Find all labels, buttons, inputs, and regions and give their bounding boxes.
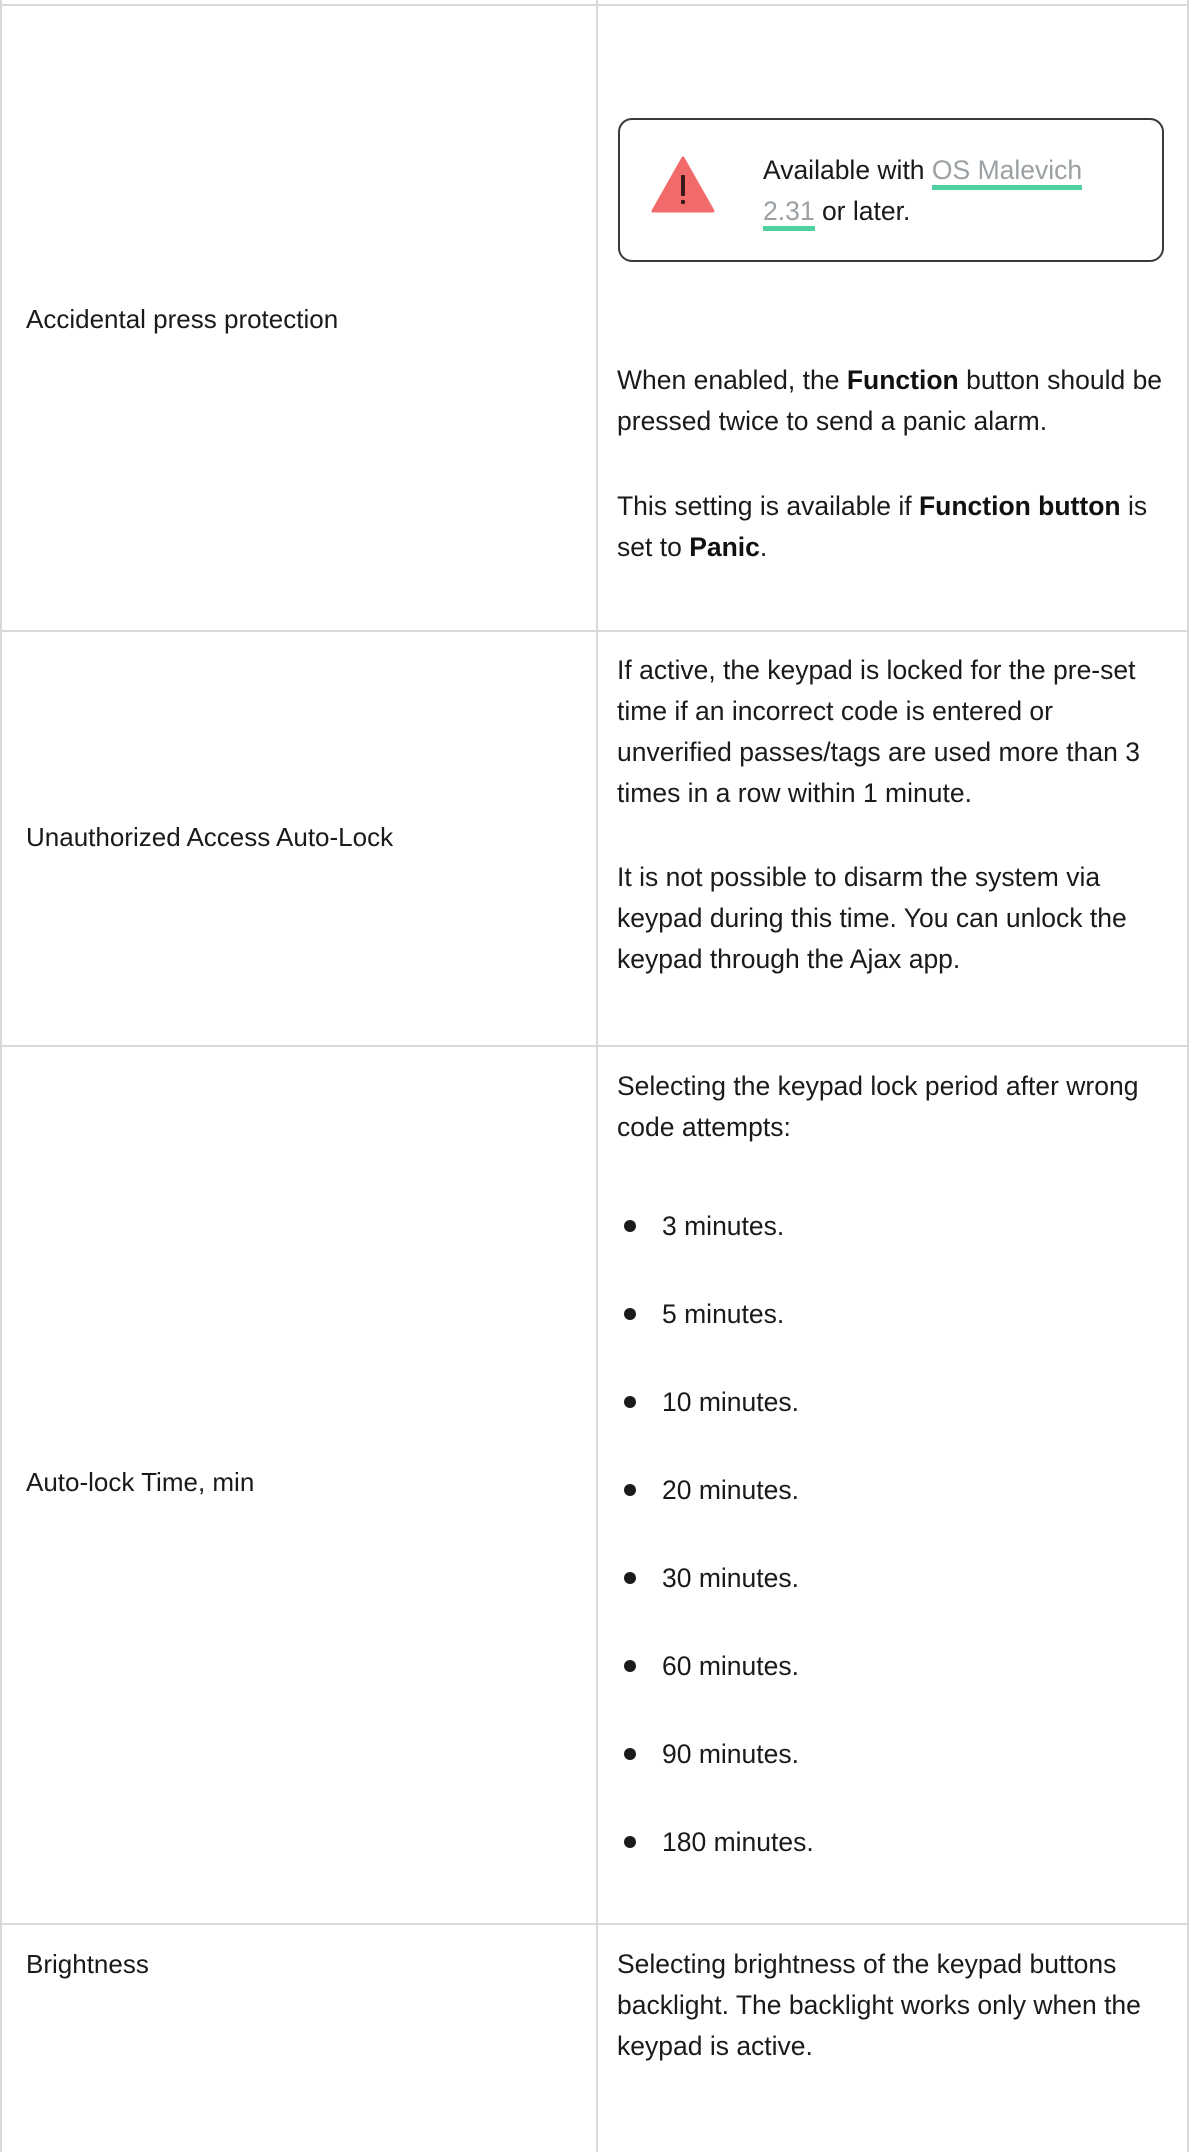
lock-period-options: 3 minutes. 5 minutes. 10 minutes. 20 min… <box>617 1206 1165 1910</box>
settings-table: Accidental press protection Available wi… <box>0 0 1192 2152</box>
list-item: 30 minutes. <box>617 1558 1165 1646</box>
bullet-icon <box>624 1660 636 1672</box>
description-paragraph: Selecting brightness of the keypad butto… <box>617 1949 1141 2061</box>
bullet-icon <box>624 1220 636 1232</box>
setting-description: When enabled, the Function button should… <box>617 360 1165 442</box>
list-item: 90 minutes. <box>617 1734 1165 1822</box>
bullet-icon <box>624 1748 636 1760</box>
row-divider <box>0 1923 1189 1925</box>
table-border-top <box>0 4 1189 6</box>
bullet-icon <box>624 1836 636 1848</box>
setting-description: It is not possible to disarm the system … <box>617 857 1165 980</box>
warning-triangle-icon <box>651 156 715 213</box>
list-item: 10 minutes. <box>617 1382 1165 1470</box>
column-divider <box>596 0 598 2152</box>
table-border-right <box>1187 0 1189 2152</box>
description-paragraph: It is not possible to disarm the system … <box>617 862 1127 974</box>
description-paragraph: When enabled, the Function button should… <box>617 365 1163 436</box>
bullet-icon <box>624 1308 636 1320</box>
notice-text: Available with OS Malevich 2.31 or later. <box>763 150 1123 232</box>
setting-description: If active, the keypad is locked for the … <box>617 650 1165 814</box>
description-paragraph: If active, the keypad is locked for the … <box>617 655 1140 808</box>
setting-description: Selecting the keypad lock period after w… <box>617 1066 1165 1148</box>
list-item: 5 minutes. <box>617 1294 1165 1382</box>
setting-name: Accidental press protection <box>26 304 339 334</box>
list-item: 3 minutes. <box>617 1206 1165 1294</box>
setting-name: Unauthorized Access Auto-Lock <box>26 822 394 852</box>
description-paragraph: Selecting the keypad lock period after w… <box>617 1071 1139 1142</box>
table-border-left <box>0 0 2 2152</box>
row-divider <box>0 630 1189 632</box>
setting-description: This setting is available if Function bu… <box>617 486 1165 568</box>
bullet-icon <box>624 1396 636 1408</box>
row-divider <box>0 1045 1189 1047</box>
availability-notice: Available with OS Malevich 2.31 or later. <box>618 118 1164 262</box>
list-item: 20 minutes. <box>617 1470 1165 1558</box>
bullet-icon <box>624 1572 636 1584</box>
setting-name: Brightness <box>26 1949 149 1979</box>
setting-description: Selecting brightness of the keypad butto… <box>617 1944 1165 2067</box>
description-paragraph: This setting is available if Function bu… <box>617 491 1148 562</box>
bullet-icon <box>624 1484 636 1496</box>
setting-name: Auto-lock Time, min <box>26 1467 255 1497</box>
list-item: 180 minutes. <box>617 1822 1165 1910</box>
list-item: 60 minutes. <box>617 1646 1165 1734</box>
